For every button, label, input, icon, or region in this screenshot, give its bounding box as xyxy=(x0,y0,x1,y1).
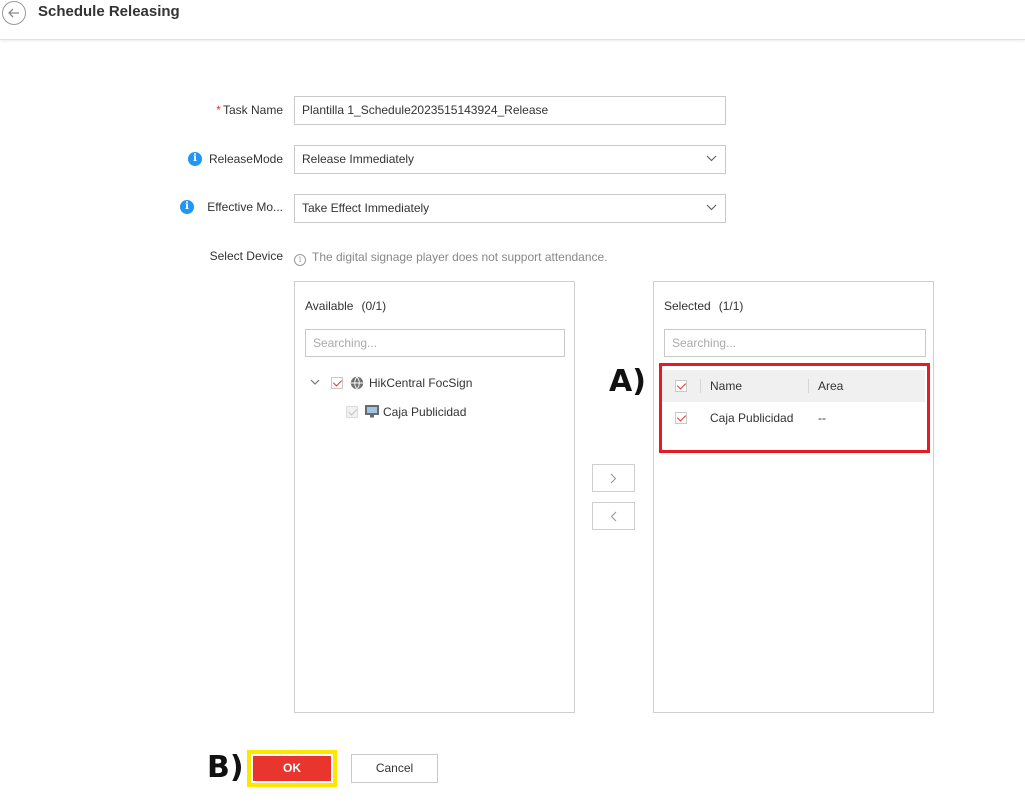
chevron-left-icon xyxy=(610,511,617,522)
selected-title-text: Selected xyxy=(664,299,711,313)
select-device-label: Select Device xyxy=(209,249,283,263)
tree-child-label[interactable]: Caja Publicidad xyxy=(383,405,466,419)
globe-icon xyxy=(350,376,364,390)
annotation-highlight-box-b: OK xyxy=(247,750,337,787)
effective-mode-label: Effective Mo... xyxy=(207,200,283,214)
back-button[interactable] xyxy=(2,1,26,25)
selected-title: Selected (1/1) xyxy=(664,299,743,313)
selected-table-header: Name Area xyxy=(662,370,925,402)
task-name-label-text: Task Name xyxy=(222,103,283,117)
row-area-cell: -- xyxy=(818,411,826,425)
tree-root-checkbox[interactable] xyxy=(331,377,343,389)
available-search-input[interactable]: Searching... xyxy=(305,329,565,357)
remove-from-selected-button[interactable] xyxy=(592,502,635,530)
hint-info-icon: i xyxy=(294,254,306,266)
selected-count: (1/1) xyxy=(718,299,744,313)
available-count: (0/1) xyxy=(361,299,387,313)
select-all-checkbox[interactable] xyxy=(675,380,687,392)
select-device-hint: i The digital signage player does not sup… xyxy=(294,250,608,266)
tree-expand-chevron-icon[interactable] xyxy=(310,379,320,386)
available-search-placeholder: Searching... xyxy=(313,336,378,350)
info-icon[interactable]: i xyxy=(180,200,194,214)
required-mark: * xyxy=(216,103,221,117)
row-name-cell: Caja Publicidad xyxy=(710,411,794,425)
annotation-label-a: A) xyxy=(609,364,646,399)
monitor-icon xyxy=(365,405,379,418)
tree-root-label[interactable]: HikCentral FocSign xyxy=(369,376,472,390)
task-name-value: Plantilla 1_Schedule2023515143924_Releas… xyxy=(302,103,549,117)
back-arrow-icon xyxy=(8,8,19,18)
selected-search-placeholder: Searching... xyxy=(672,336,737,350)
add-to-selected-button[interactable] xyxy=(592,464,635,492)
effective-mode-select[interactable]: Take Effect Immediately xyxy=(294,194,726,223)
column-header-area[interactable]: Area xyxy=(818,379,843,393)
column-header-name[interactable]: Name xyxy=(710,379,742,393)
page-header: Schedule Releasing xyxy=(0,0,1025,40)
available-title-text: Available xyxy=(305,299,354,313)
release-mode-select[interactable]: Release Immediately xyxy=(294,145,726,174)
effective-mode-value: Take Effect Immediately xyxy=(302,201,430,215)
task-name-input[interactable]: Plantilla 1_Schedule2023515143924_Releas… xyxy=(294,96,726,125)
release-mode-label: ReleaseMode xyxy=(208,152,283,166)
row-checkbox[interactable] xyxy=(675,412,687,424)
cancel-button[interactable]: Cancel xyxy=(351,754,438,783)
task-name-label: * Task Name xyxy=(216,103,283,117)
available-title: Available (0/1) xyxy=(305,299,386,313)
release-mode-value: Release Immediately xyxy=(302,152,415,166)
chevron-down-icon xyxy=(706,204,717,211)
selected-search-input[interactable]: Searching... xyxy=(664,329,926,357)
annotation-label-b: B) xyxy=(207,750,244,785)
column-separator xyxy=(808,379,809,393)
chevron-down-icon xyxy=(706,155,717,162)
selected-panel: Selected (1/1) Searching... Name Area Caj… xyxy=(653,281,934,713)
tree-child-checkbox xyxy=(346,406,358,418)
info-icon[interactable]: i xyxy=(188,152,202,166)
hint-text: The digital signage player does not supp… xyxy=(312,250,608,264)
schedule-releasing-page: Schedule Releasing * Task Name Plantilla … xyxy=(0,0,1025,801)
available-panel: Available (0/1) Searching... HikCentral F… xyxy=(294,281,575,713)
page-title: Schedule Releasing xyxy=(38,3,180,20)
chevron-right-icon xyxy=(610,473,617,484)
table-row[interactable]: Caja Publicidad -- xyxy=(662,402,925,434)
ok-button[interactable]: OK xyxy=(253,756,331,781)
column-separator xyxy=(700,379,701,393)
